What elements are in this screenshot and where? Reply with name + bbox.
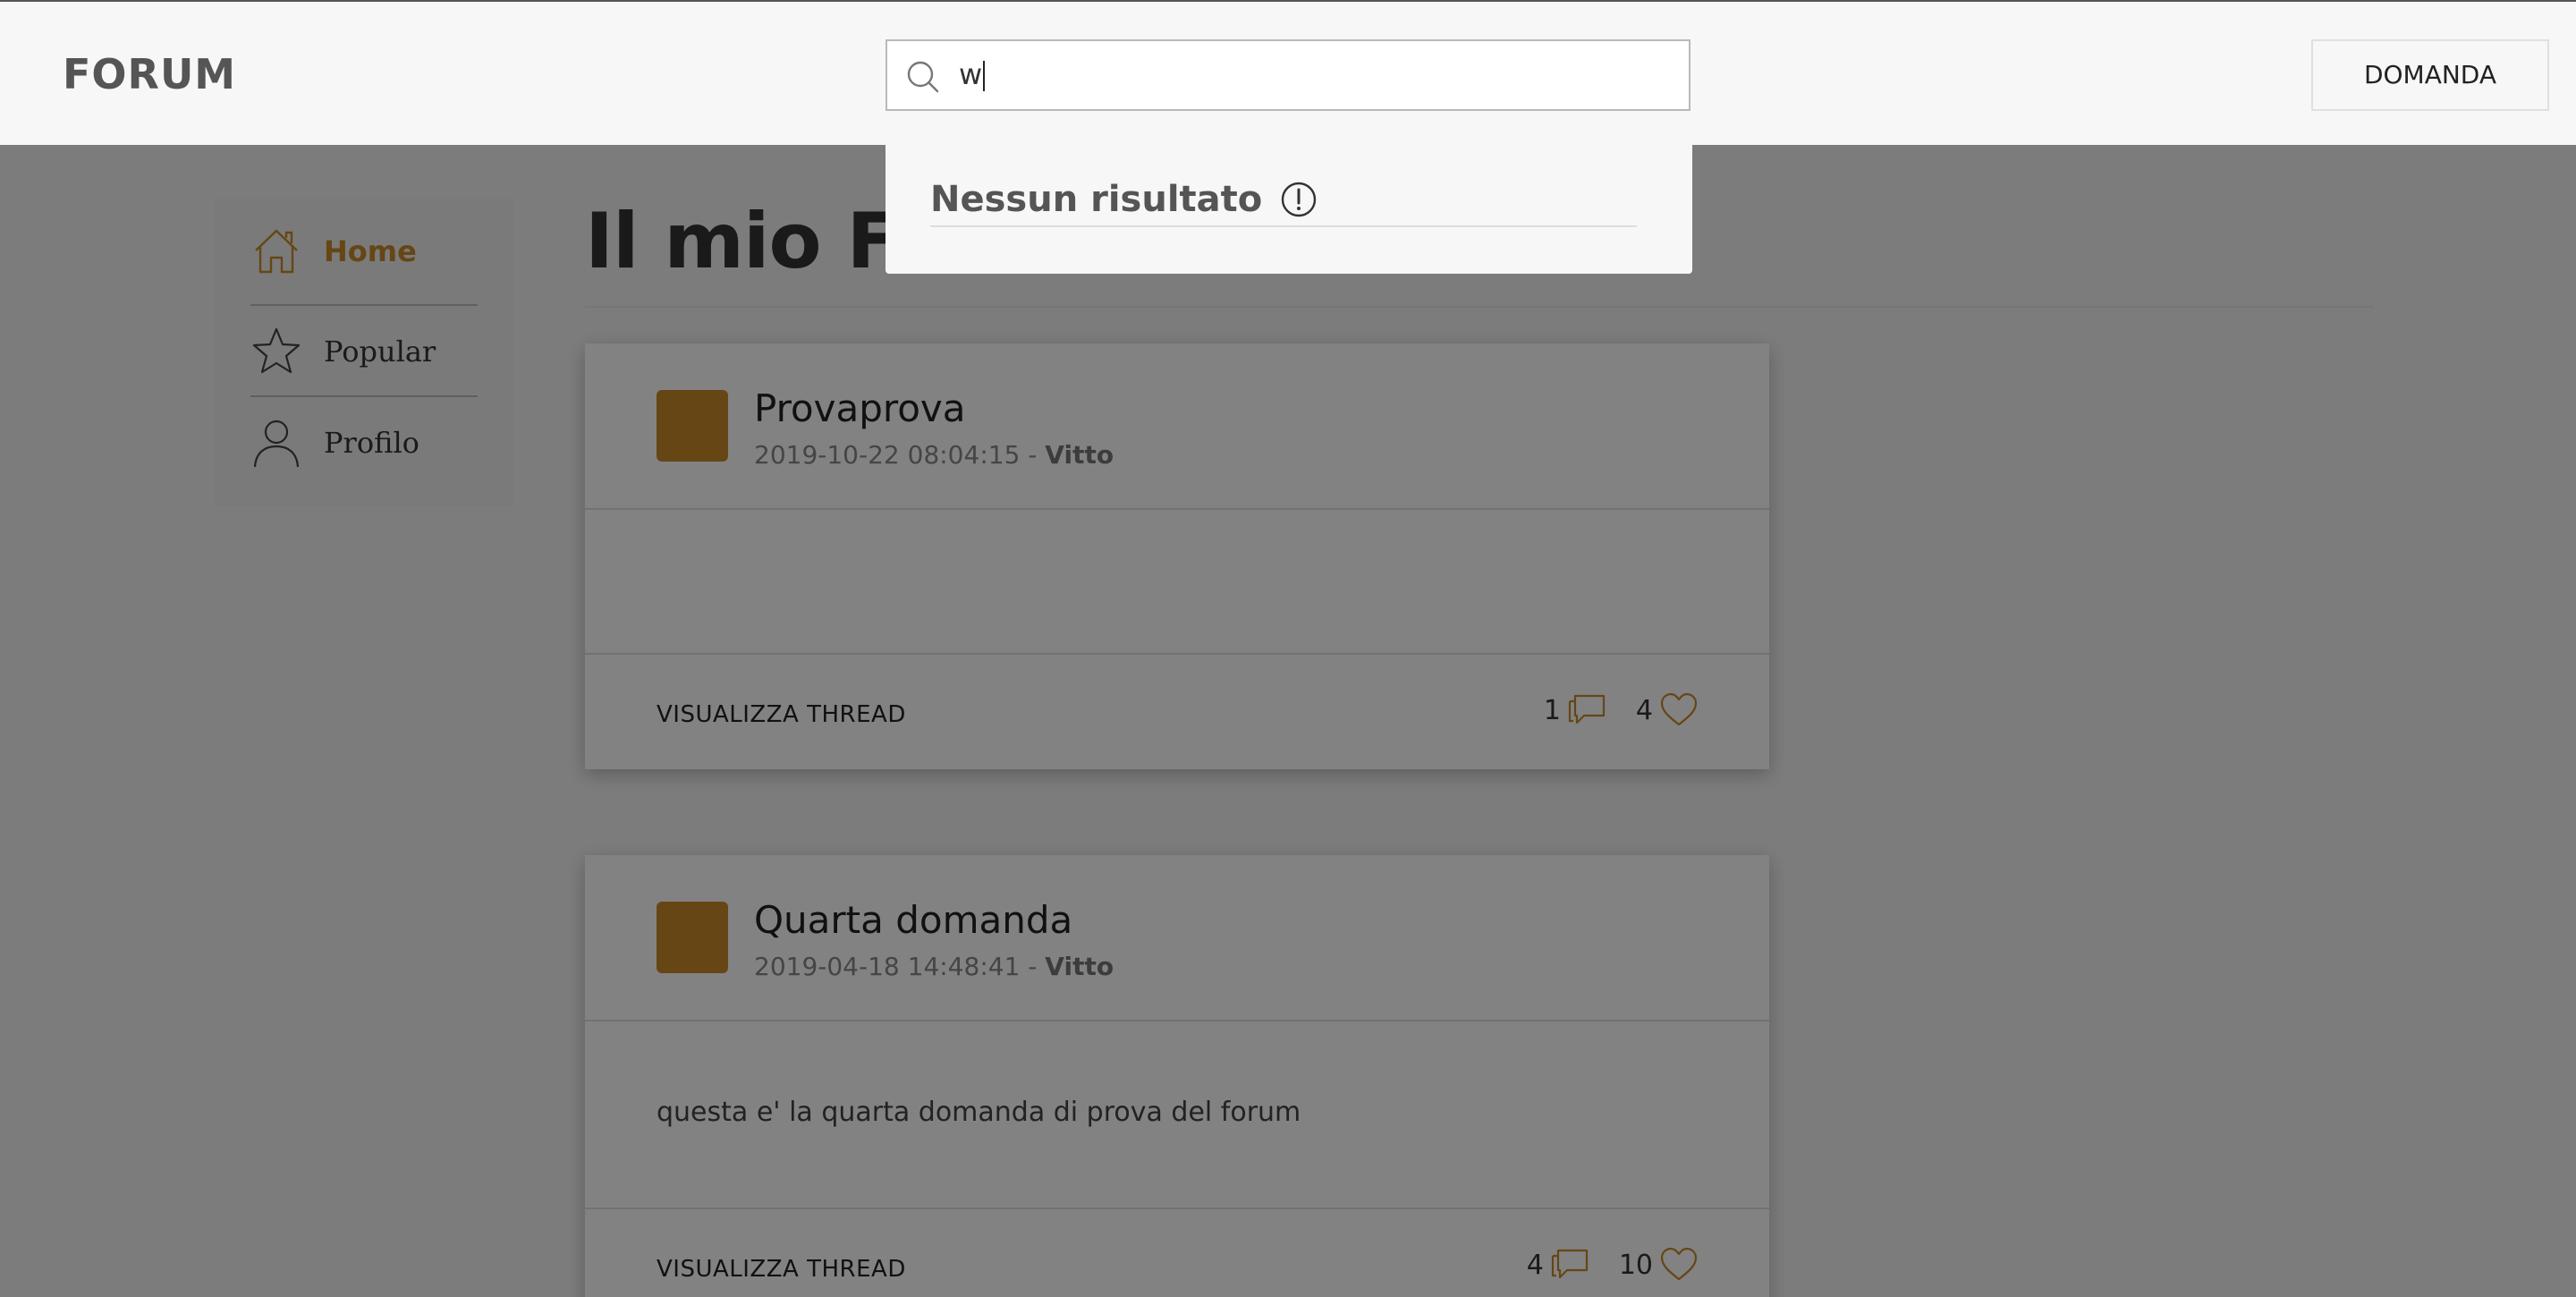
text-caret	[983, 61, 986, 91]
modal-backdrop[interactable]	[0, 145, 2576, 1297]
top-bar: FORUM w DOMANDA	[0, 0, 2576, 145]
search-results-dropdown: Nessun risultato	[886, 129, 1692, 274]
forum-logo[interactable]: FORUM	[63, 50, 236, 98]
no-results-message: Nessun risultato	[930, 179, 1318, 220]
no-results-text: Nessun risultato	[930, 179, 1263, 220]
alert-icon	[1282, 182, 1317, 217]
search-input[interactable]: w	[886, 39, 1690, 111]
search-input-value: w	[959, 57, 986, 91]
ask-question-button[interactable]: DOMANDA	[2311, 39, 2549, 111]
dropdown-divider	[930, 225, 1637, 227]
search-icon	[907, 61, 939, 93]
